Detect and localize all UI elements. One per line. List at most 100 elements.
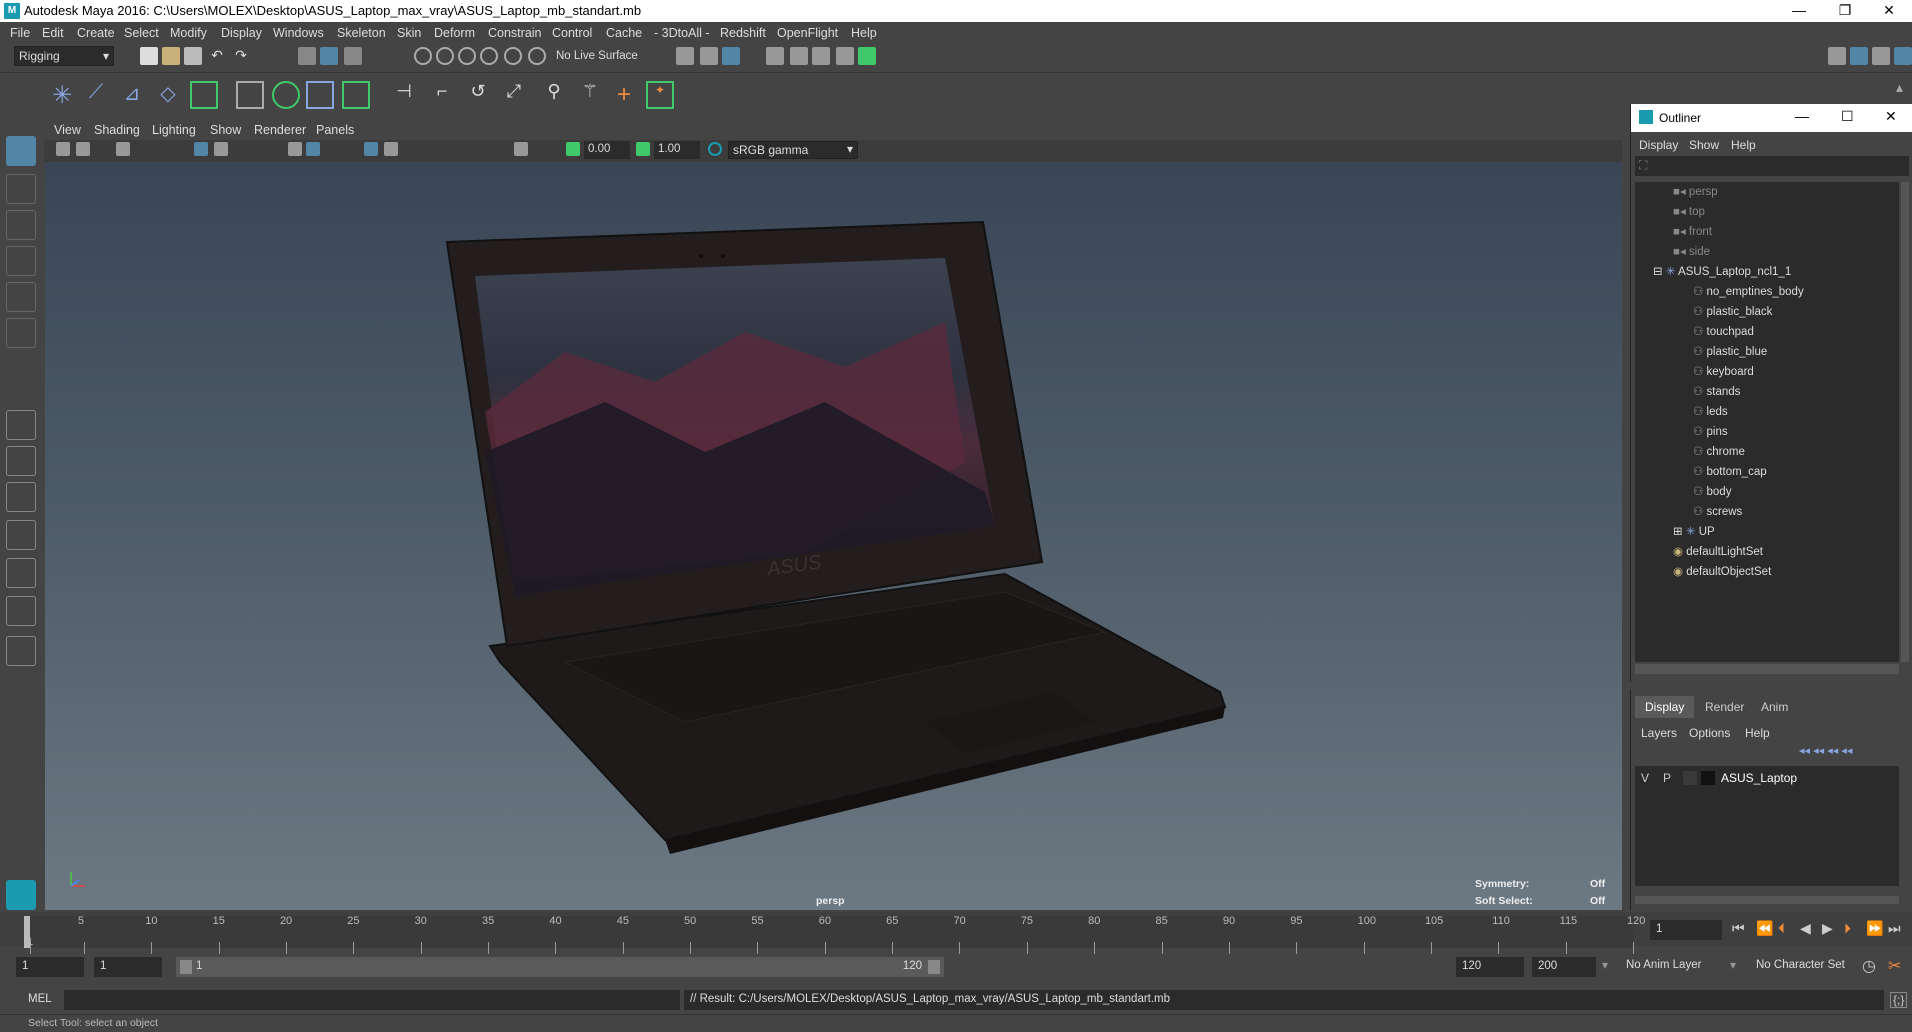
- orient-constraint-icon[interactable]: ↺: [464, 81, 492, 109]
- close-button[interactable]: ✕: [1866, 0, 1912, 22]
- colorspace-dropdown[interactable]: sRGB gamma ▾: [728, 141, 858, 159]
- play-backwards-icon[interactable]: ◀: [1800, 920, 1811, 937]
- exposure-icon[interactable]: [566, 142, 580, 156]
- four-pane-layout-icon[interactable]: [6, 446, 36, 476]
- layer-color-swatch[interactable]: [1701, 771, 1715, 785]
- playback-end-field[interactable]: 120: [1456, 957, 1524, 977]
- outliner-item-set[interactable]: ◉ defaultObjectSet: [1673, 564, 1771, 584]
- ipr-render-icon[interactable]: [812, 47, 830, 65]
- outliner-layout-icon[interactable]: [6, 558, 36, 588]
- script-language-toggle[interactable]: MEL: [28, 993, 52, 1005]
- construction-history-icon[interactable]: [722, 47, 740, 65]
- select-object-icon[interactable]: [320, 47, 338, 65]
- attribute-editor-icon[interactable]: [1872, 47, 1890, 65]
- collapse-icon[interactable]: ⊟: [1653, 266, 1666, 278]
- scale-tool-icon[interactable]: [6, 318, 36, 348]
- range-handle-end[interactable]: [928, 960, 940, 974]
- snap-surface-icon[interactable]: [504, 47, 522, 65]
- pole-vector-icon[interactable]: ⚚: [576, 81, 604, 109]
- anim-layer-dropdown[interactable]: No Anim Layer: [1626, 959, 1701, 971]
- custom-layout-icon[interactable]: [6, 636, 36, 666]
- range-handle-start[interactable]: [180, 960, 192, 974]
- viewport-menu-shading[interactable]: Shading: [94, 123, 140, 137]
- set-key-icon[interactable]: ✦: [646, 81, 674, 109]
- input-ops-icon[interactable]: [676, 47, 694, 65]
- snap-vertex-icon[interactable]: [528, 47, 546, 65]
- select-tool-icon[interactable]: [6, 136, 36, 166]
- current-frame-field[interactable]: 1: [1650, 920, 1722, 940]
- redo-icon[interactable]: ↷: [232, 47, 250, 65]
- snap-point-icon[interactable]: [458, 47, 476, 65]
- render-settings-icon[interactable]: [836, 47, 854, 65]
- snap-view-icon[interactable]: [480, 47, 498, 65]
- character-set-dropdown[interactable]: No Character Set: [1756, 959, 1845, 971]
- output-ops-icon[interactable]: [700, 47, 718, 65]
- layer-type-toggle[interactable]: [1683, 771, 1697, 785]
- viewport-menu-renderer[interactable]: Renderer: [254, 123, 306, 137]
- side-by-side-layout-icon[interactable]: [6, 482, 36, 512]
- play-forwards-icon[interactable]: ▶: [1822, 920, 1833, 937]
- go-to-start-icon[interactable]: ⏮: [1732, 920, 1745, 937]
- layer-row[interactable]: V P ASUS_Laptop: [1635, 768, 1899, 788]
- ik-handle-icon[interactable]: ⟋: [82, 81, 110, 109]
- scale-constraint-icon[interactable]: ⤢: [500, 81, 528, 109]
- outliner-item-child[interactable]: ⚇ touchpad: [1693, 324, 1754, 344]
- menu-skin[interactable]: Skin: [397, 26, 421, 40]
- snap-grid-icon[interactable]: [414, 47, 432, 65]
- joint-tool-icon[interactable]: ✳: [48, 81, 76, 109]
- camera-attributes-icon[interactable]: [56, 142, 70, 156]
- wrap-deformer-icon[interactable]: [306, 81, 334, 109]
- menu-constrain[interactable]: Constrain: [488, 26, 542, 40]
- menu-select[interactable]: Select: [124, 26, 159, 40]
- select-component-icon[interactable]: [344, 47, 362, 65]
- menu-3dtoall[interactable]: - 3DtoAll -: [654, 26, 710, 40]
- outliner-item-front[interactable]: ■◂ front: [1673, 224, 1712, 244]
- outliner-item-top[interactable]: ■◂ top: [1673, 204, 1705, 224]
- textured-icon[interactable]: [364, 142, 378, 156]
- minimize-button[interactable]: —: [1776, 0, 1822, 22]
- time-slider[interactable]: 1 5 10 15 20 25 30 35 40 45 50 55 60 65 70 75 80 85 90 95 10…: [0, 912, 1912, 956]
- outliner-menu-show[interactable]: Show: [1689, 138, 1719, 152]
- outliner-item-side[interactable]: ■◂ side: [1673, 244, 1710, 264]
- outliner-item-group[interactable]: ⊟ ✳ ASUS_Laptop_ncl1_1: [1653, 264, 1791, 284]
- outliner-item-child[interactable]: ⚇ body: [1693, 484, 1731, 504]
- menu-file[interactable]: File: [10, 26, 30, 40]
- lattice-icon[interactable]: [236, 81, 264, 109]
- bind-skin-icon[interactable]: ◇: [154, 81, 182, 109]
- exposure-field[interactable]: 0.00: [584, 141, 630, 159]
- outliner-item-set[interactable]: ◉ defaultLightSet: [1673, 544, 1763, 564]
- outliner-item-child[interactable]: ⊞ ✳ UP: [1673, 524, 1715, 544]
- expand-icon[interactable]: ⊞: [1673, 526, 1686, 538]
- undo-icon[interactable]: ↶: [208, 47, 226, 65]
- aim-constraint-icon[interactable]: ⌐: [428, 81, 456, 109]
- outliner-item-child[interactable]: ⚇ chrome: [1693, 444, 1745, 464]
- go-to-end-icon[interactable]: ⏭: [1888, 920, 1901, 937]
- end-time-field[interactable]: 200: [1532, 957, 1596, 977]
- menu-openflight[interactable]: OpenFlight: [777, 26, 838, 40]
- outliner-item-child[interactable]: ⚇ plastic_black: [1693, 304, 1772, 324]
- outliner-hscrollbar[interactable]: [1635, 664, 1899, 674]
- script-editor-icon[interactable]: {;}: [1890, 992, 1908, 1008]
- sculpt-deformer-icon[interactable]: [272, 81, 300, 109]
- step-forward-key-icon[interactable]: ⏵: [1844, 920, 1851, 937]
- outliner-maximize-button[interactable]: ☐: [1841, 108, 1854, 125]
- menu-redshift[interactable]: Redshift: [720, 26, 766, 40]
- outliner-item-child[interactable]: ⚇ plastic_blue: [1693, 344, 1767, 364]
- menu-deform[interactable]: Deform: [434, 26, 475, 40]
- outliner-search-field[interactable]: ⛶: [1635, 156, 1909, 176]
- outliner-minimize-button[interactable]: —: [1795, 108, 1809, 124]
- outliner-menu-help[interactable]: Help: [1731, 138, 1756, 152]
- tab-anim[interactable]: Anim: [1751, 696, 1798, 718]
- lasso-tool-icon[interactable]: [6, 174, 36, 204]
- step-forward-icon[interactable]: ⏩: [1866, 920, 1883, 937]
- smooth-shade-icon[interactable]: [306, 142, 320, 156]
- chevron-down-icon[interactable]: ▾: [1602, 958, 1608, 972]
- outliner-vscrollbar[interactable]: [1901, 182, 1909, 662]
- viewport-persp[interactable]: ASUS persp Symmetry: Off Soft Select: Of…: [45, 162, 1622, 910]
- outliner-item-persp[interactable]: ■◂ persp: [1673, 184, 1718, 204]
- outliner-close-button[interactable]: ✕: [1885, 108, 1897, 125]
- outliner-menu-display[interactable]: Display: [1639, 138, 1678, 152]
- render-current-icon[interactable]: [790, 47, 808, 65]
- layer-buttons-icon[interactable]: ◂◂ ◂◂ ◂◂ ◂◂: [1799, 744, 1899, 760]
- range-slider[interactable]: 1 120: [176, 957, 944, 977]
